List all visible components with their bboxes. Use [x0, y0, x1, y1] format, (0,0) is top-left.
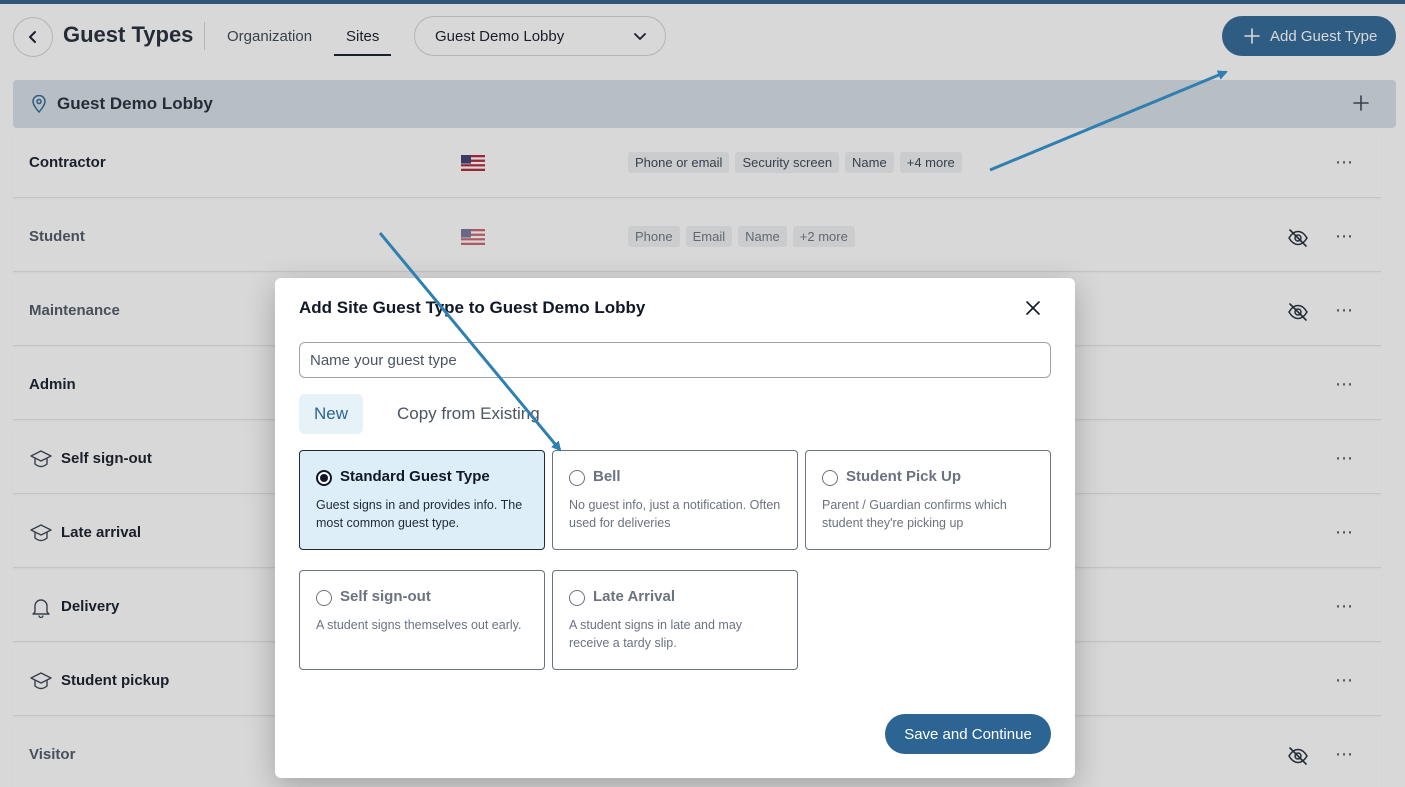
option-title: Standard Guest Type	[340, 468, 490, 485]
option-title: Self sign-out	[340, 588, 431, 605]
option-student-pick-up[interactable]: Student Pick Up Parent / Guardian confir…	[805, 450, 1051, 550]
radio-button[interactable]	[316, 590, 332, 606]
option-standard-guest-type[interactable]: Standard Guest Type Guest signs in and p…	[299, 450, 545, 550]
option-title: Bell	[593, 468, 621, 485]
close-icon[interactable]	[1025, 300, 1041, 316]
radio-button[interactable]	[569, 470, 585, 486]
option-bell[interactable]: Bell No guest info, just a notification.…	[552, 450, 798, 550]
option-description: Guest signs in and provides info. The mo…	[316, 498, 523, 530]
dialog-title: Add Site Guest Type to Guest Demo Lobby	[299, 298, 646, 317]
radio-button[interactable]	[316, 470, 332, 486]
save-and-continue-button[interactable]: Save and Continue	[885, 714, 1051, 754]
guest-type-name-input[interactable]	[299, 342, 1051, 378]
add-guest-type-dialog: Add Site Guest Type to Guest Demo Lobby …	[275, 278, 1075, 778]
option-description: No guest info, just a notification. Ofte…	[569, 498, 781, 530]
option-title: Student Pick Up	[846, 468, 962, 485]
option-title: Late Arrival	[593, 588, 675, 605]
tab-copy-from-existing[interactable]: Copy from Existing	[382, 394, 555, 434]
tab-new[interactable]: New	[299, 394, 364, 434]
radio-button[interactable]	[569, 590, 585, 606]
option-description: Parent / Guardian confirms which student…	[822, 498, 1007, 530]
option-description: A student signs themselves out early.	[316, 618, 522, 632]
radio-button[interactable]	[822, 470, 838, 486]
option-self-sign-out[interactable]: Self sign-out A student signs themselves…	[299, 570, 545, 670]
option-description: A student signs in late and may receive …	[569, 618, 743, 650]
option-late-arrival[interactable]: Late Arrival A student signs in late and…	[552, 570, 798, 670]
